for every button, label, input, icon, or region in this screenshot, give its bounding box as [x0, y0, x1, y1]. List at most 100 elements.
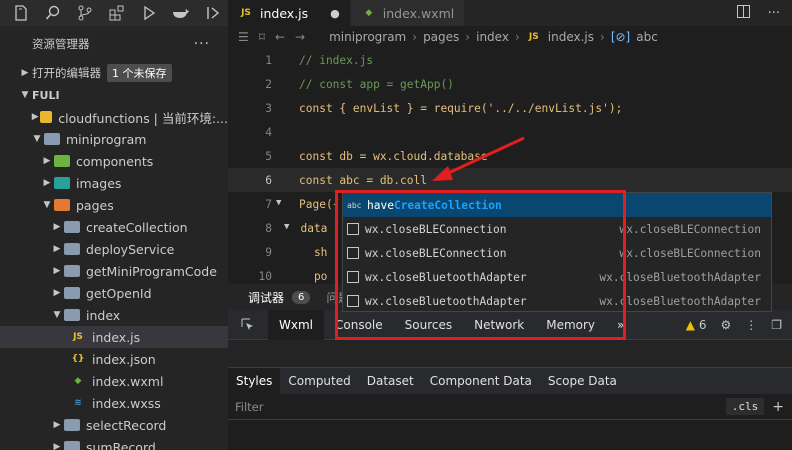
split-editor-icon[interactable]: [736, 4, 750, 22]
devtools-tabs: Wxml Console Sources Network Memory » ▲ …: [228, 309, 792, 340]
styles-filter-bar: Filter .cls +: [228, 394, 792, 420]
suggestion-item[interactable]: wx.closeBLEConnection wx.closeBLEConnect…: [343, 241, 771, 265]
tree-item-miniprogram[interactable]: ▼ miniprogram: [0, 128, 228, 150]
tree-item-sumRecord[interactable]: ▶ sumRecord: [0, 436, 228, 450]
unsaved-dot-icon[interactable]: ●: [330, 7, 340, 20]
back-arrow-icon[interactable]: ←: [275, 30, 285, 44]
tree-item-images[interactable]: ▶ images: [0, 172, 228, 194]
search-icon[interactable]: [44, 4, 62, 22]
line-number: 3: [265, 101, 272, 115]
tree-item-selectRecord[interactable]: ▶ selectRecord: [0, 414, 228, 436]
code-text: const abc = db.coll: [299, 173, 427, 187]
fold-chevron-icon[interactable]: ▼: [284, 222, 289, 232]
suggestion-item[interactable]: wx.closeBluetoothAdapter wx.closeBluetoo…: [343, 265, 771, 289]
line-number: 10: [258, 269, 272, 283]
folder-icon: [64, 243, 80, 255]
line-number: 2: [265, 77, 272, 91]
suggestion-detail: wx.closeBluetoothAdapter: [599, 270, 761, 284]
chevron-right-icon: ▶: [43, 156, 51, 166]
files-icon[interactable]: [12, 4, 30, 22]
tree-item-components[interactable]: ▶ components: [0, 150, 228, 172]
breadcrumb-item[interactable]: index: [476, 30, 509, 44]
tab-network[interactable]: Network: [463, 310, 535, 340]
forward-arrow-icon[interactable]: →: [295, 30, 305, 44]
tree-item-createCollection[interactable]: ▶ createCollection: [0, 216, 228, 238]
tree-item-getOpenId[interactable]: ▶ getOpenId: [0, 282, 228, 304]
tab-dataset[interactable]: Dataset: [359, 368, 422, 394]
workspace-section[interactable]: ▼ FULI: [0, 84, 228, 106]
more-actions-icon[interactable]: ···: [768, 6, 780, 21]
chevron-right-icon: ›: [600, 30, 605, 44]
tree-item-index-wxml[interactable]: ◆ index.wxml: [0, 370, 228, 392]
tree-item-index-wxss[interactable]: ≋ index.wxss: [0, 392, 228, 414]
breadcrumb-item[interactable]: pages: [423, 30, 459, 44]
explorer-sidebar: 资源管理器 ··· ▶ 打开的编辑器 1 个未保存 ▼ FULI ▶ cloud…: [0, 26, 228, 450]
breadcrumb-item[interactable]: index.js: [548, 30, 594, 44]
undock-icon[interactable]: ❐: [771, 318, 782, 332]
tree-item-index-js[interactable]: JS index.js: [0, 326, 228, 348]
extensions-icon[interactable]: [108, 4, 126, 22]
code-text: data: [287, 221, 328, 235]
tab-wxml[interactable]: Wxml: [268, 309, 324, 340]
tab-console[interactable]: Console: [324, 310, 394, 340]
inspect-element-icon[interactable]: [228, 318, 268, 332]
tree-item-label: pages: [76, 197, 114, 213]
more-vertical-icon[interactable]: ⋮: [745, 318, 757, 332]
list-icon[interactable]: ☰: [238, 30, 249, 44]
tab-scope-data[interactable]: Scope Data: [540, 368, 625, 394]
breadcrumb-item[interactable]: abc: [636, 30, 658, 44]
warning-counter[interactable]: ▲ 6: [686, 318, 707, 332]
fold-chevron-icon[interactable]: ▼: [276, 198, 281, 208]
tab-memory[interactable]: Memory: [535, 310, 606, 340]
line-number: 6: [265, 173, 272, 187]
tab-index-js[interactable]: JS index.js ●: [228, 0, 351, 26]
tree-item-label: selectRecord: [86, 417, 167, 433]
add-rule-button[interactable]: +: [772, 399, 784, 415]
filter-input[interactable]: Filter: [235, 400, 263, 414]
folder-icon: [40, 111, 53, 123]
code-text: po: [287, 269, 328, 283]
bookmark-icon[interactable]: ⌑: [259, 30, 265, 44]
more-actions-icon[interactable]: ···: [194, 36, 210, 52]
suggestion-item[interactable]: abc haveCreateCollection: [343, 193, 771, 217]
gear-icon[interactable]: ⚙: [720, 318, 731, 332]
source-control-icon[interactable]: [76, 4, 94, 22]
line-number: 5: [265, 149, 272, 163]
open-editors-section[interactable]: ▶ 打开的编辑器 1 个未保存: [0, 62, 228, 84]
run-icon[interactable]: [140, 4, 158, 22]
folder-icon: [64, 419, 80, 431]
tab-styles[interactable]: Styles: [228, 368, 281, 394]
tab-sources[interactable]: Sources: [394, 310, 463, 340]
chevron-down-icon: ▼: [53, 310, 61, 320]
tree-item-index[interactable]: ▼ index: [0, 304, 228, 326]
styles-panel: [228, 420, 792, 450]
tab-computed[interactable]: Computed: [280, 368, 358, 394]
line-number: 9: [265, 245, 272, 259]
chevron-right-icon: ›: [514, 30, 520, 44]
tab-index-wxml[interactable]: ◆ index.wxml: [350, 0, 466, 26]
suggestion-item[interactable]: wx.closeBluetoothAdapter wx.closeBluetoo…: [343, 289, 771, 313]
unsaved-badge: 1 个未保存: [107, 64, 172, 82]
wxml-file-icon: ◆: [74, 376, 82, 386]
tree-item-pages[interactable]: ▼ pages: [0, 194, 228, 216]
cls-button[interactable]: .cls: [725, 398, 765, 415]
breadcrumb-item[interactable]: miniprogram: [329, 30, 406, 44]
tab-component-data[interactable]: Component Data: [422, 368, 540, 394]
tree-item-label: sumRecord: [86, 439, 156, 450]
chevron-right-icon: ▶: [21, 68, 29, 78]
docker-icon[interactable]: [172, 4, 190, 22]
tab-actions: ···: [736, 0, 792, 26]
suggestion-item[interactable]: wx.closeBLEConnection wx.closeBLEConnect…: [343, 217, 771, 241]
tree-item-deployService[interactable]: ▶ deployService: [0, 238, 228, 260]
code-line: 1 // index.js: [228, 48, 792, 72]
tree-item-index-json[interactable]: {} index.json: [0, 348, 228, 370]
more-tabs-icon[interactable]: »: [606, 310, 635, 340]
chevron-down-icon: ▼: [33, 134, 41, 144]
debugger-title[interactable]: 调试器: [248, 289, 284, 306]
more-icon[interactable]: [204, 4, 222, 22]
code-text: // const app = getApp(): [299, 77, 454, 91]
tree-item-getMiniProgramCode[interactable]: ▶ getMiniProgramCode: [0, 260, 228, 282]
suggestion-detail: wx.closeBLEConnection: [619, 222, 761, 236]
tree-item-cloudfunctions[interactable]: ▶ cloudfunctions | 当前环境:...: [0, 106, 228, 128]
breadcrumb: ☰ ⌑ ← → miniprogram › pages › index › JS…: [228, 26, 792, 48]
